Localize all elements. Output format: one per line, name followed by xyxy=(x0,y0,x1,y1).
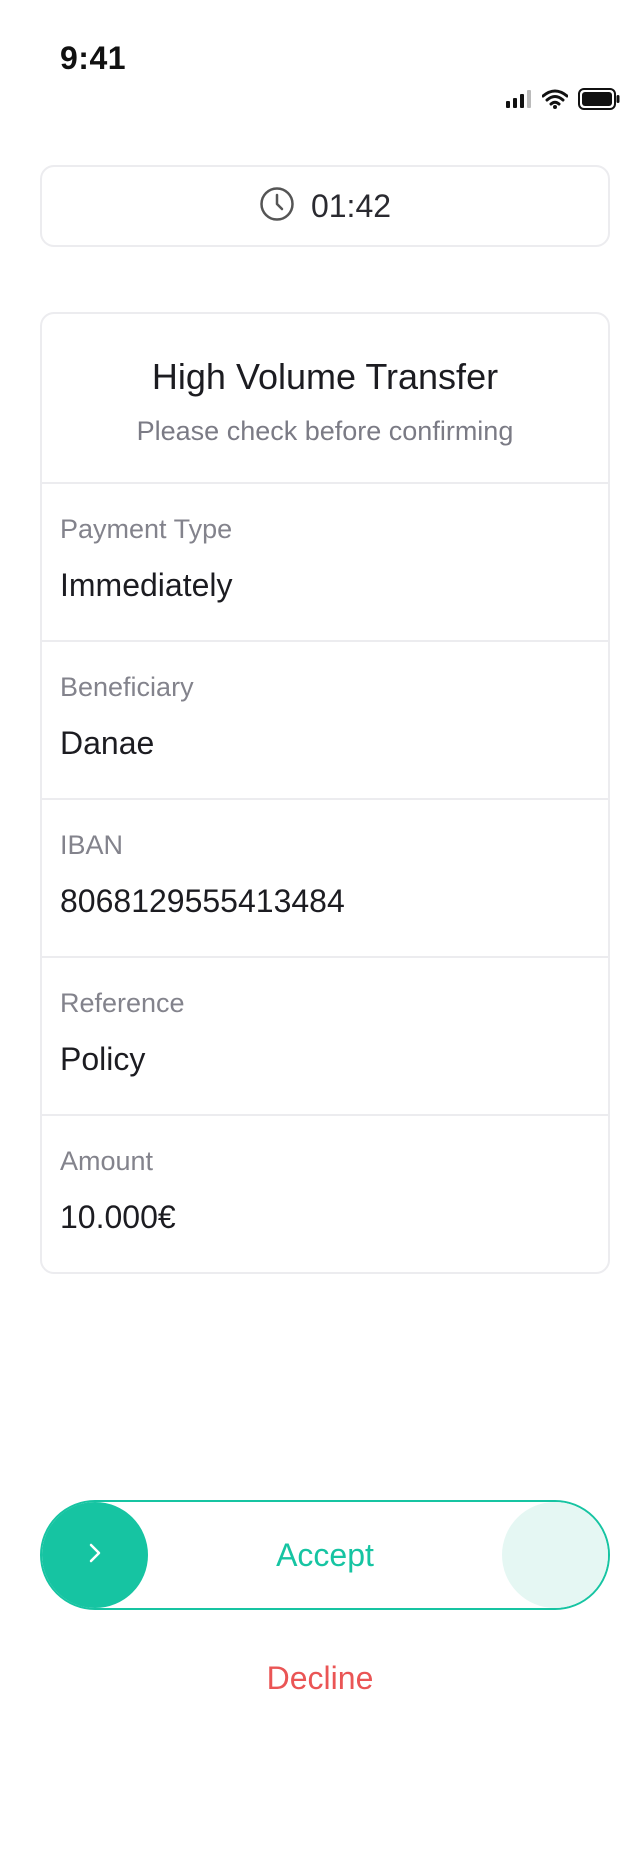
decline-button[interactable]: Decline xyxy=(0,1660,640,1697)
transfer-details-card: High Volume Transfer Please check before… xyxy=(40,312,610,1274)
detail-row-amount: Amount 10.000€ xyxy=(42,1116,608,1272)
detail-value: 10.000€ xyxy=(60,1199,176,1235)
detail-label: Beneficiary xyxy=(60,672,194,702)
detail-value: Policy xyxy=(60,1041,146,1077)
status-icons xyxy=(506,88,620,115)
chevron-right-icon xyxy=(85,1539,105,1572)
detail-value: 8068129555413484 xyxy=(60,883,345,919)
battery-icon xyxy=(578,88,620,115)
status-time: 9:41 xyxy=(60,40,127,76)
detail-value: Danae xyxy=(60,725,155,761)
detail-row-payment-type: Payment Type Immediately xyxy=(42,484,608,642)
detail-value: Immediately xyxy=(60,567,233,603)
detail-label: Reference xyxy=(60,988,185,1018)
slider-handle[interactable] xyxy=(42,1502,148,1608)
detail-label: IBAN xyxy=(60,830,124,860)
detail-label: Payment Type xyxy=(60,514,233,544)
card-subtitle: Please check before confirming xyxy=(136,416,514,446)
card-header: High Volume Transfer Please check before… xyxy=(42,314,608,484)
accept-slider[interactable]: Accept xyxy=(40,1500,610,1610)
card-title: High Volume Transfer xyxy=(151,356,499,397)
detail-label: Amount xyxy=(60,1146,154,1176)
signal-icon xyxy=(506,90,532,113)
detail-row-reference: Reference Policy xyxy=(42,958,608,1116)
countdown-timer: 01:42 xyxy=(40,165,610,247)
timer-value: 01:42 xyxy=(310,187,392,224)
detail-row-beneficiary: Beneficiary Danae xyxy=(42,642,608,800)
wifi-icon xyxy=(541,89,569,114)
clock-icon xyxy=(259,186,295,227)
detail-row-iban: IBAN 8068129555413484 xyxy=(42,800,608,958)
